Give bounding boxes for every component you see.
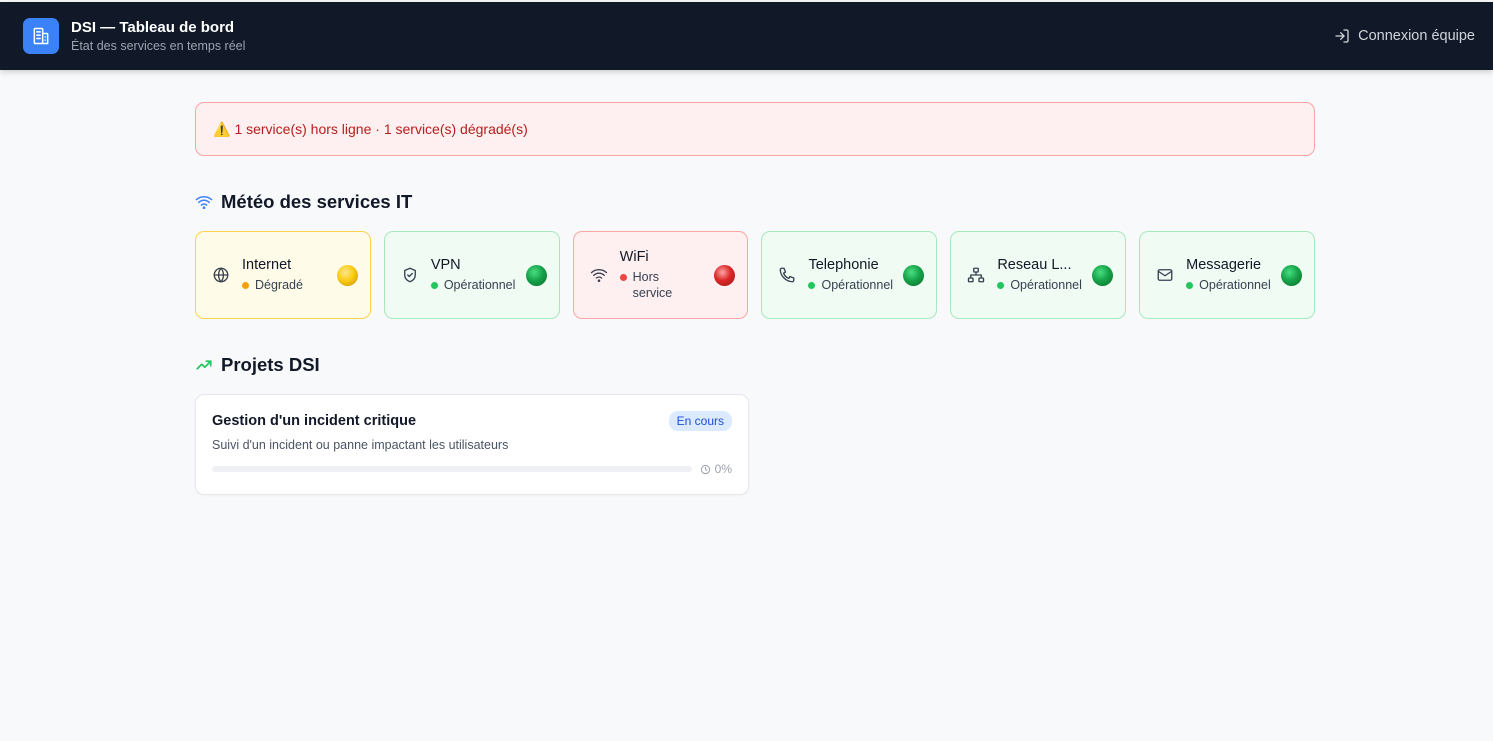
wifi-icon bbox=[590, 269, 607, 282]
warning-icon: ⚠️ bbox=[213, 120, 231, 137]
service-name: Internet bbox=[242, 257, 292, 273]
service-card-telephonie[interactable]: Telephonie Opérationnel bbox=[761, 231, 938, 319]
status-dot bbox=[997, 281, 1005, 289]
services-section-title: Météo des services IT bbox=[195, 191, 1315, 213]
building-icon bbox=[23, 18, 59, 54]
service-card-internet[interactable]: Internet Dégradé bbox=[195, 231, 371, 319]
status-light bbox=[714, 264, 736, 286]
project-description: Suivi d'un incident ou panne impactant l… bbox=[212, 438, 509, 452]
project-title: Gestion d'un incident critique bbox=[212, 413, 417, 429]
app-subtitle: État des services en temps réel bbox=[71, 38, 246, 53]
service-card-wifi[interactable]: WiFi Hors service bbox=[572, 231, 749, 319]
status-dot bbox=[242, 281, 249, 289]
service-name: Reseau L... bbox=[997, 257, 1072, 273]
app-title: DSI — Tableau de bord bbox=[71, 18, 235, 36]
projects-section-title: Projets DSI bbox=[195, 354, 1315, 376]
wifi-icon bbox=[195, 195, 213, 210]
clock-icon bbox=[700, 464, 710, 474]
service-status: Opérationnel bbox=[821, 278, 894, 292]
status-light bbox=[903, 264, 925, 286]
status-dot bbox=[619, 273, 627, 281]
status-dot bbox=[430, 281, 438, 289]
service-status: Opérationnel bbox=[443, 278, 516, 292]
globe-icon bbox=[213, 267, 229, 283]
service-card-reseau[interactable]: Reseau L... Opérationnel bbox=[950, 231, 1127, 319]
status-badge: En cours bbox=[668, 411, 732, 431]
service-card-vpn[interactable]: VPN Opérationnel bbox=[383, 231, 560, 319]
service-name: WiFi bbox=[619, 249, 649, 265]
service-card-messagerie[interactable]: Messagerie Opérationnel bbox=[1139, 231, 1315, 319]
progress-bar bbox=[212, 466, 692, 472]
service-status: Opérationnel bbox=[1010, 278, 1082, 292]
progress-label: 0% bbox=[714, 462, 732, 476]
service-name: Telephonie bbox=[808, 257, 879, 273]
services-title: Météo des services IT bbox=[221, 191, 413, 212]
trending-up-icon bbox=[196, 360, 212, 370]
mail-icon bbox=[1157, 269, 1173, 281]
service-name: VPN bbox=[430, 257, 461, 273]
alert-text: 1 service(s) hors ligne · 1 service(s) d… bbox=[234, 121, 528, 137]
status-light bbox=[1280, 264, 1302, 286]
shield-icon bbox=[403, 267, 416, 283]
service-status: Opérationnel bbox=[1199, 278, 1271, 292]
top-bar: DSI — Tableau de bord État des services … bbox=[0, 2, 1493, 70]
service-status: Dégradé bbox=[255, 278, 303, 292]
status-dot bbox=[1186, 281, 1194, 289]
outage-alert: ⚠️ 1 service(s) hors ligne · 1 service(s… bbox=[195, 102, 1315, 156]
team-login-label: Connexion équipe bbox=[1358, 28, 1475, 44]
services-grid: Internet Dégradé VPN Opérationnel WiFi H… bbox=[195, 231, 1315, 319]
projects-title: Projets DSI bbox=[221, 354, 320, 375]
status-light bbox=[1092, 264, 1114, 286]
network-icon bbox=[968, 267, 985, 283]
team-login-button[interactable]: Connexion équipe bbox=[1334, 28, 1475, 44]
service-status: Hors service bbox=[632, 270, 673, 300]
login-icon bbox=[1335, 29, 1349, 43]
brand: DSI — Tableau de bord État des services … bbox=[71, 19, 245, 54]
service-name: Messagerie bbox=[1186, 257, 1262, 273]
status-dot bbox=[808, 281, 816, 289]
main-content: ⚠️ 1 service(s) hors ligne · 1 service(s… bbox=[195, 102, 1315, 495]
status-light bbox=[525, 264, 547, 286]
status-light bbox=[336, 264, 358, 286]
project-card[interactable]: Gestion d'un incident critique En cours … bbox=[195, 394, 749, 495]
phone-icon bbox=[780, 267, 795, 283]
